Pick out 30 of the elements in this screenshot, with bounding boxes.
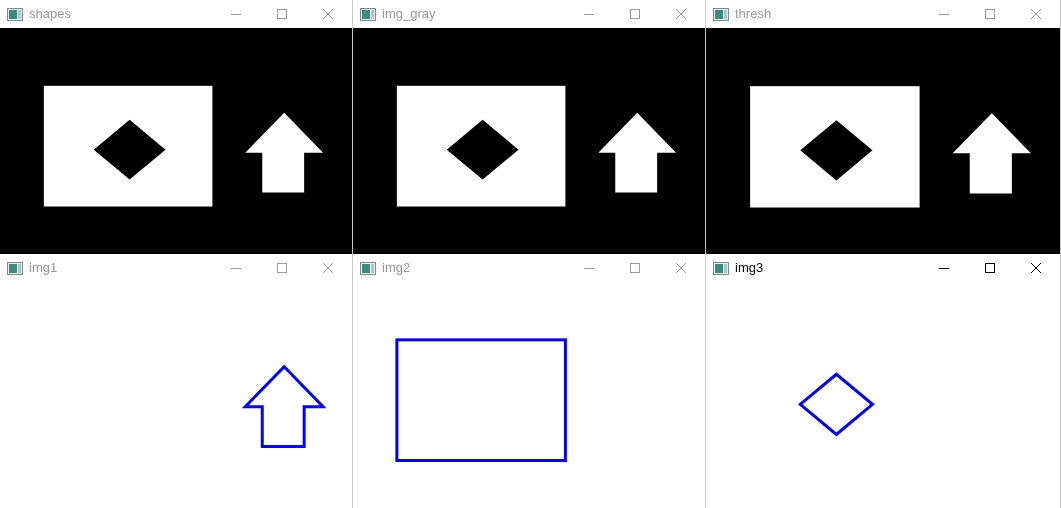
minimize-icon (231, 13, 241, 15)
minimize-icon (584, 267, 594, 269)
close-icon (676, 9, 686, 19)
maximize-icon (277, 263, 287, 273)
maximize-icon (630, 263, 640, 273)
maximize-icon (985, 263, 995, 273)
maximize-icon (985, 9, 995, 19)
app-icon (7, 7, 23, 21)
window-title: img1 (29, 259, 59, 278)
maximize-icon (630, 9, 640, 19)
window-title: img2 (382, 259, 412, 278)
close-icon (323, 9, 333, 19)
app-icon (713, 261, 729, 275)
app-icon (713, 7, 729, 21)
close-icon (323, 263, 333, 273)
minimize-icon (939, 13, 949, 15)
app-icon (360, 261, 376, 275)
minimize-icon (231, 267, 241, 269)
window-title: img3 (735, 259, 765, 278)
app-icon (360, 7, 376, 21)
close-icon (1031, 263, 1041, 273)
minimize-icon (939, 267, 949, 269)
minimize-icon (584, 13, 594, 15)
app-icon (7, 261, 23, 275)
close-icon (1031, 9, 1041, 19)
window-title: img_gray (382, 5, 437, 24)
close-icon (676, 263, 686, 273)
maximize-icon (277, 9, 287, 19)
window-title: shapes (29, 5, 72, 24)
window-title: thresh (735, 5, 773, 24)
